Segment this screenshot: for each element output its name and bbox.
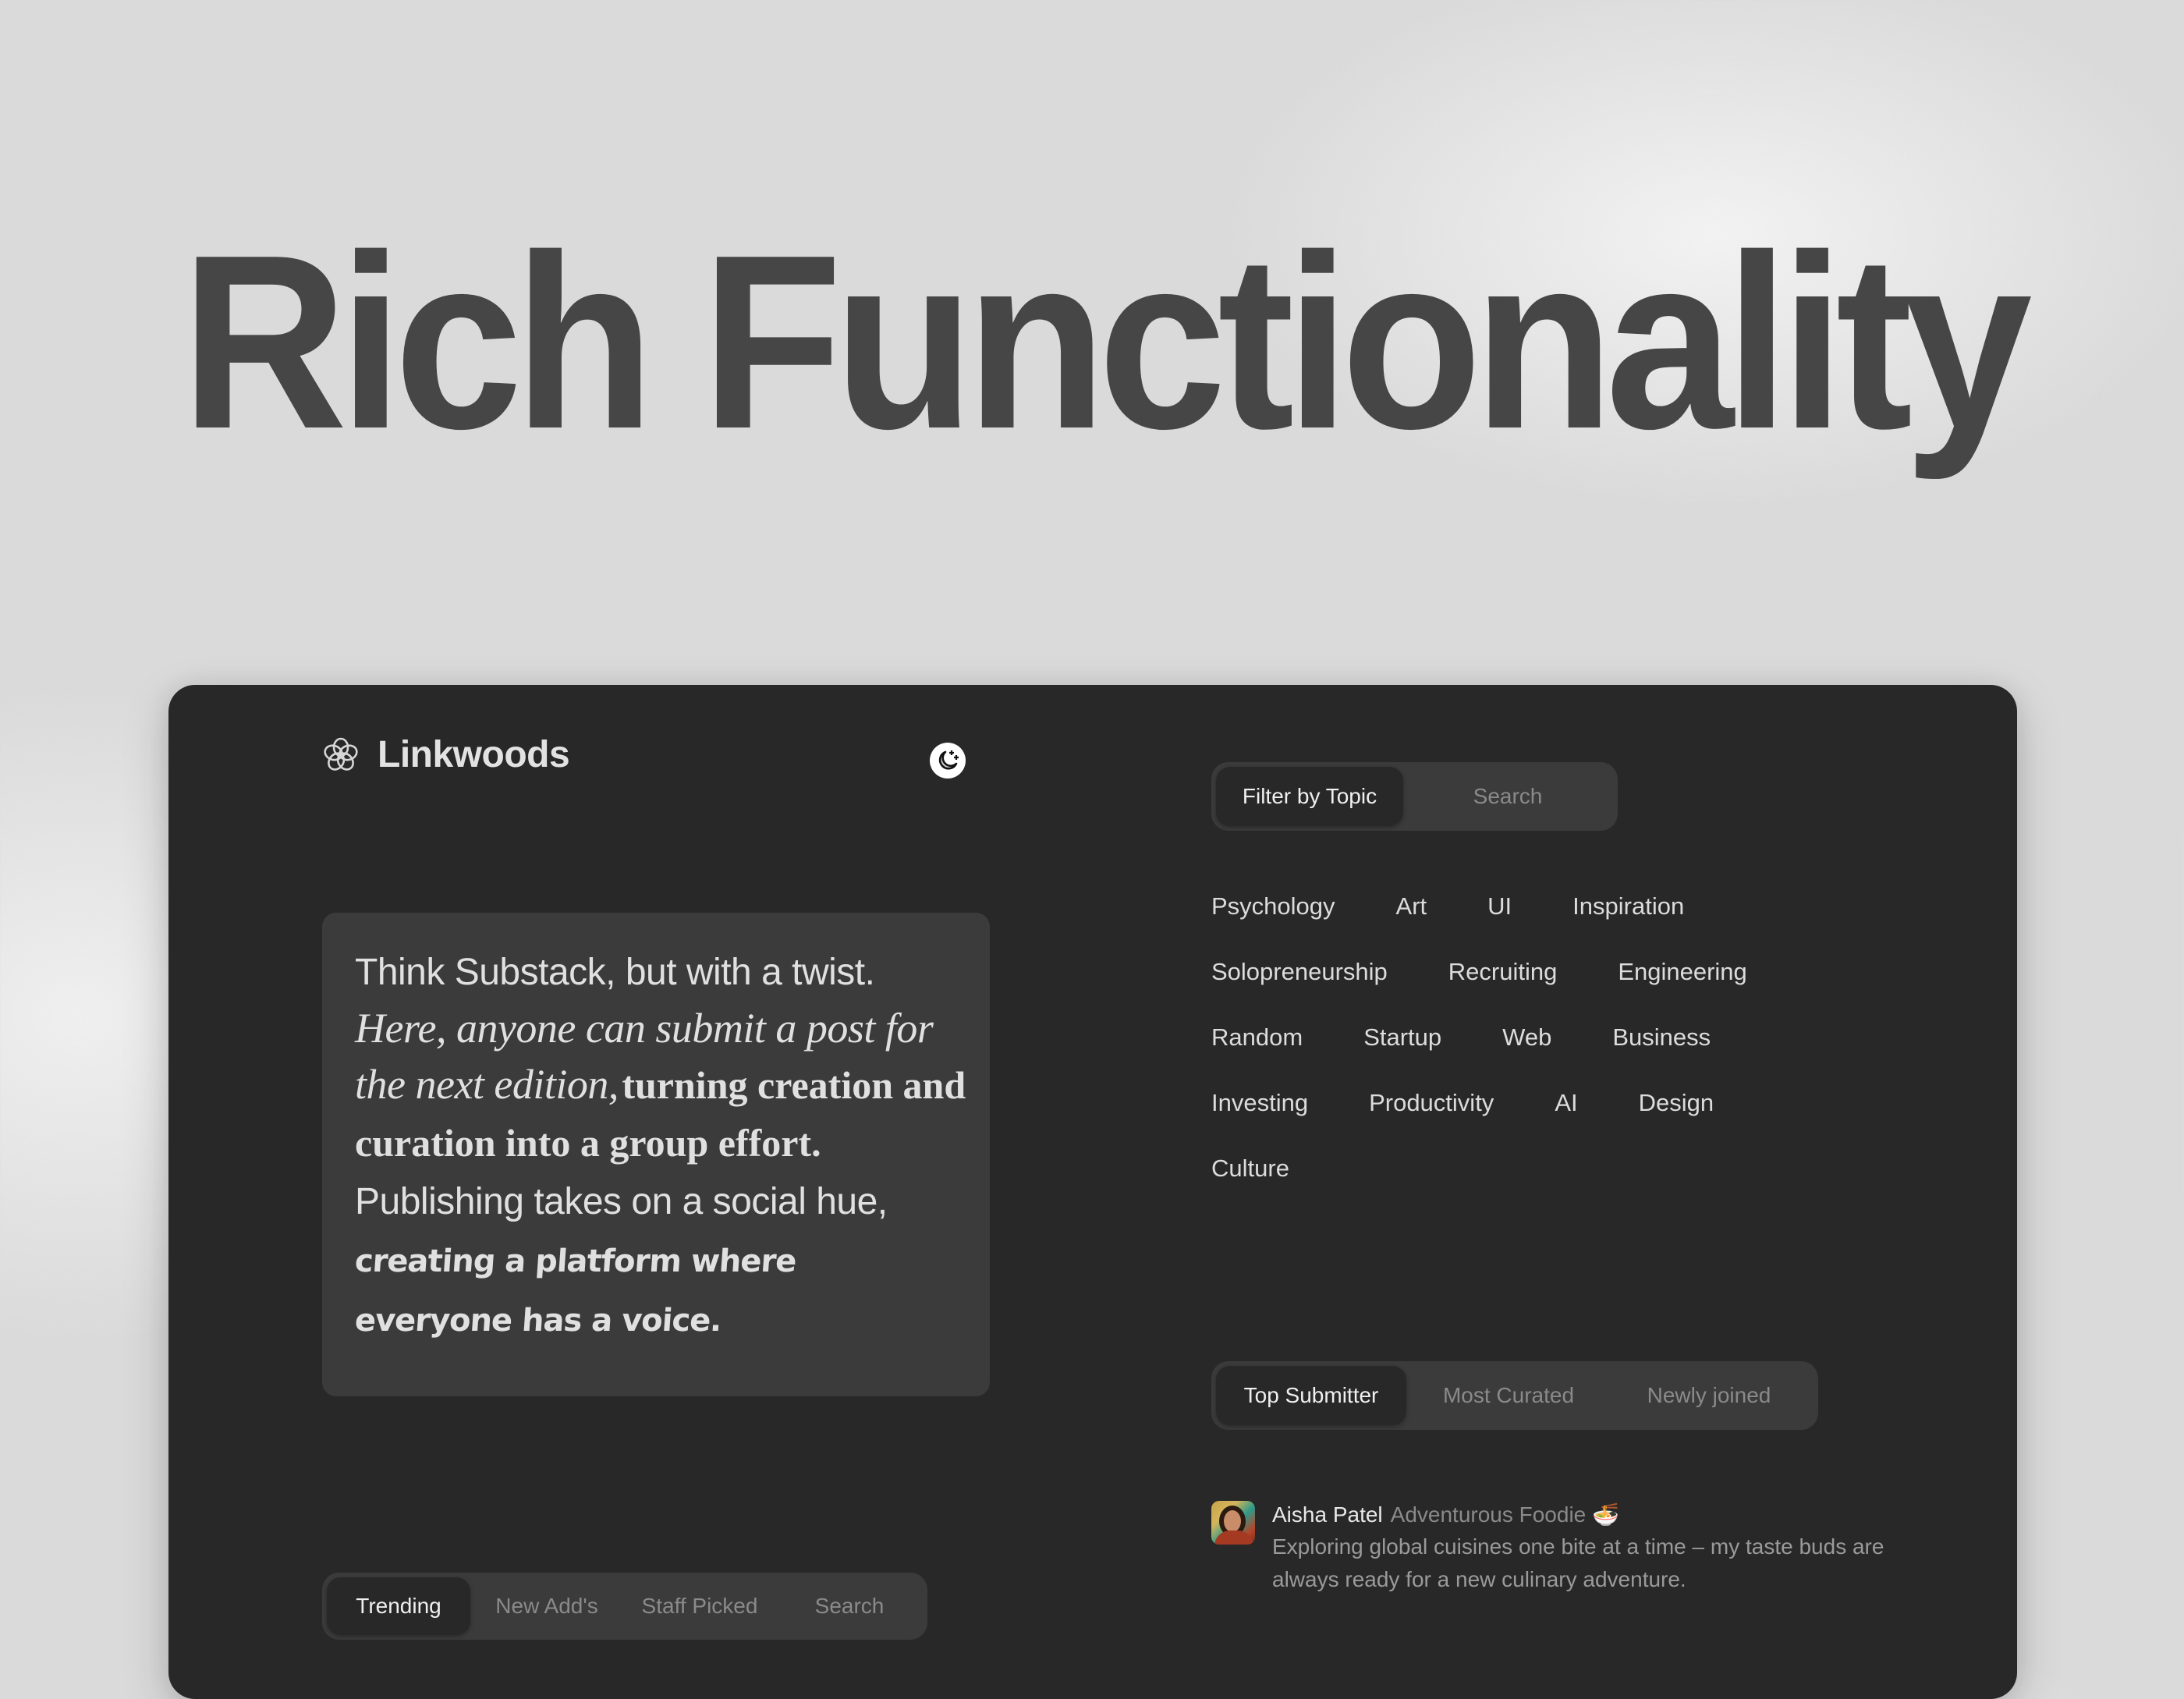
topic-row: Solopreneurship Recruiting Engineering (1211, 939, 1804, 1005)
topic-recruiting[interactable]: Recruiting (1448, 958, 1558, 986)
topic-design[interactable]: Design (1639, 1089, 1714, 1117)
topic-productivity[interactable]: Productivity (1369, 1089, 1494, 1117)
tab-new-adds[interactable]: New Add's (470, 1577, 623, 1635)
quote-hand-1: creating a platform where (353, 1243, 798, 1279)
tab-filter-by-topic[interactable]: Filter by Topic (1216, 767, 1403, 826)
topic-tabs: Filter by Topic Search (1211, 762, 1618, 831)
quote-plain: Publishing takes on a social hue, (355, 1181, 888, 1222)
submitter-name[interactable]: Aisha Patel (1272, 1502, 1383, 1527)
brand[interactable]: Linkwoods (321, 733, 570, 776)
hero-title: Rich Functionality (181, 204, 2032, 481)
tab-feed-search[interactable]: Search (776, 1577, 923, 1635)
topic-startup[interactable]: Startup (1363, 1023, 1441, 1052)
topic-row: Psychology Art UI Inspiration (1211, 874, 1804, 939)
topic-engineering[interactable]: Engineering (1618, 958, 1746, 986)
quote-card: Think Substack, but with a twist. Here, … (322, 913, 990, 1396)
submitter-role: Adventurous Foodie 🍜 (1390, 1502, 1619, 1527)
topic-list: Psychology Art UI Inspiration Solopreneu… (1211, 874, 1804, 1201)
tab-newly-joined[interactable]: Newly joined (1611, 1366, 1807, 1425)
tab-top-submitter[interactable]: Top Submitter (1216, 1366, 1406, 1425)
topic-business[interactable]: Business (1612, 1023, 1711, 1052)
topic-row: Culture (1211, 1136, 1804, 1201)
submitter-item[interactable]: Aisha Patel Adventurous Foodie 🍜 Explorin… (1211, 1499, 1896, 1596)
feed-tabs: Trending New Add's Staff Picked Search (322, 1573, 927, 1640)
tab-topic-search[interactable]: Search (1403, 767, 1612, 826)
quote-hand-2: everyone has a voice. (353, 1303, 723, 1339)
topic-culture[interactable]: Culture (1211, 1155, 1289, 1183)
quote-line-1: Think Substack, but with a twist. (355, 952, 875, 993)
submitter-bio: Exploring global cuisines one bite at a … (1272, 1534, 1884, 1591)
topic-art[interactable]: Art (1396, 892, 1427, 920)
tab-staff-picked[interactable]: Staff Picked (623, 1577, 776, 1635)
topic-web[interactable]: Web (1502, 1023, 1551, 1052)
topic-row: Investing Productivity AI Design (1211, 1070, 1804, 1136)
topic-row: Random Startup Web Business (1211, 1005, 1804, 1070)
submitter-tabs: Top Submitter Most Curated Newly joined (1211, 1361, 1818, 1430)
moon-stars-icon (938, 750, 959, 770)
knot-logo-icon (324, 737, 358, 771)
topic-random[interactable]: Random (1211, 1023, 1303, 1052)
topic-inspiration[interactable]: Inspiration (1572, 892, 1684, 920)
avatar (1211, 1501, 1255, 1545)
tab-most-curated[interactable]: Most Curated (1406, 1366, 1611, 1425)
theme-toggle-button[interactable] (930, 743, 966, 779)
topic-investing[interactable]: Investing (1211, 1089, 1308, 1117)
topic-psychology[interactable]: Psychology (1211, 892, 1335, 920)
topic-solopreneurship[interactable]: Solopreneurship (1211, 958, 1388, 986)
brand-name: Linkwoods (378, 734, 570, 775)
topic-ui[interactable]: UI (1487, 892, 1512, 920)
topic-ai[interactable]: AI (1555, 1089, 1577, 1117)
tab-trending[interactable]: Trending (327, 1577, 470, 1635)
